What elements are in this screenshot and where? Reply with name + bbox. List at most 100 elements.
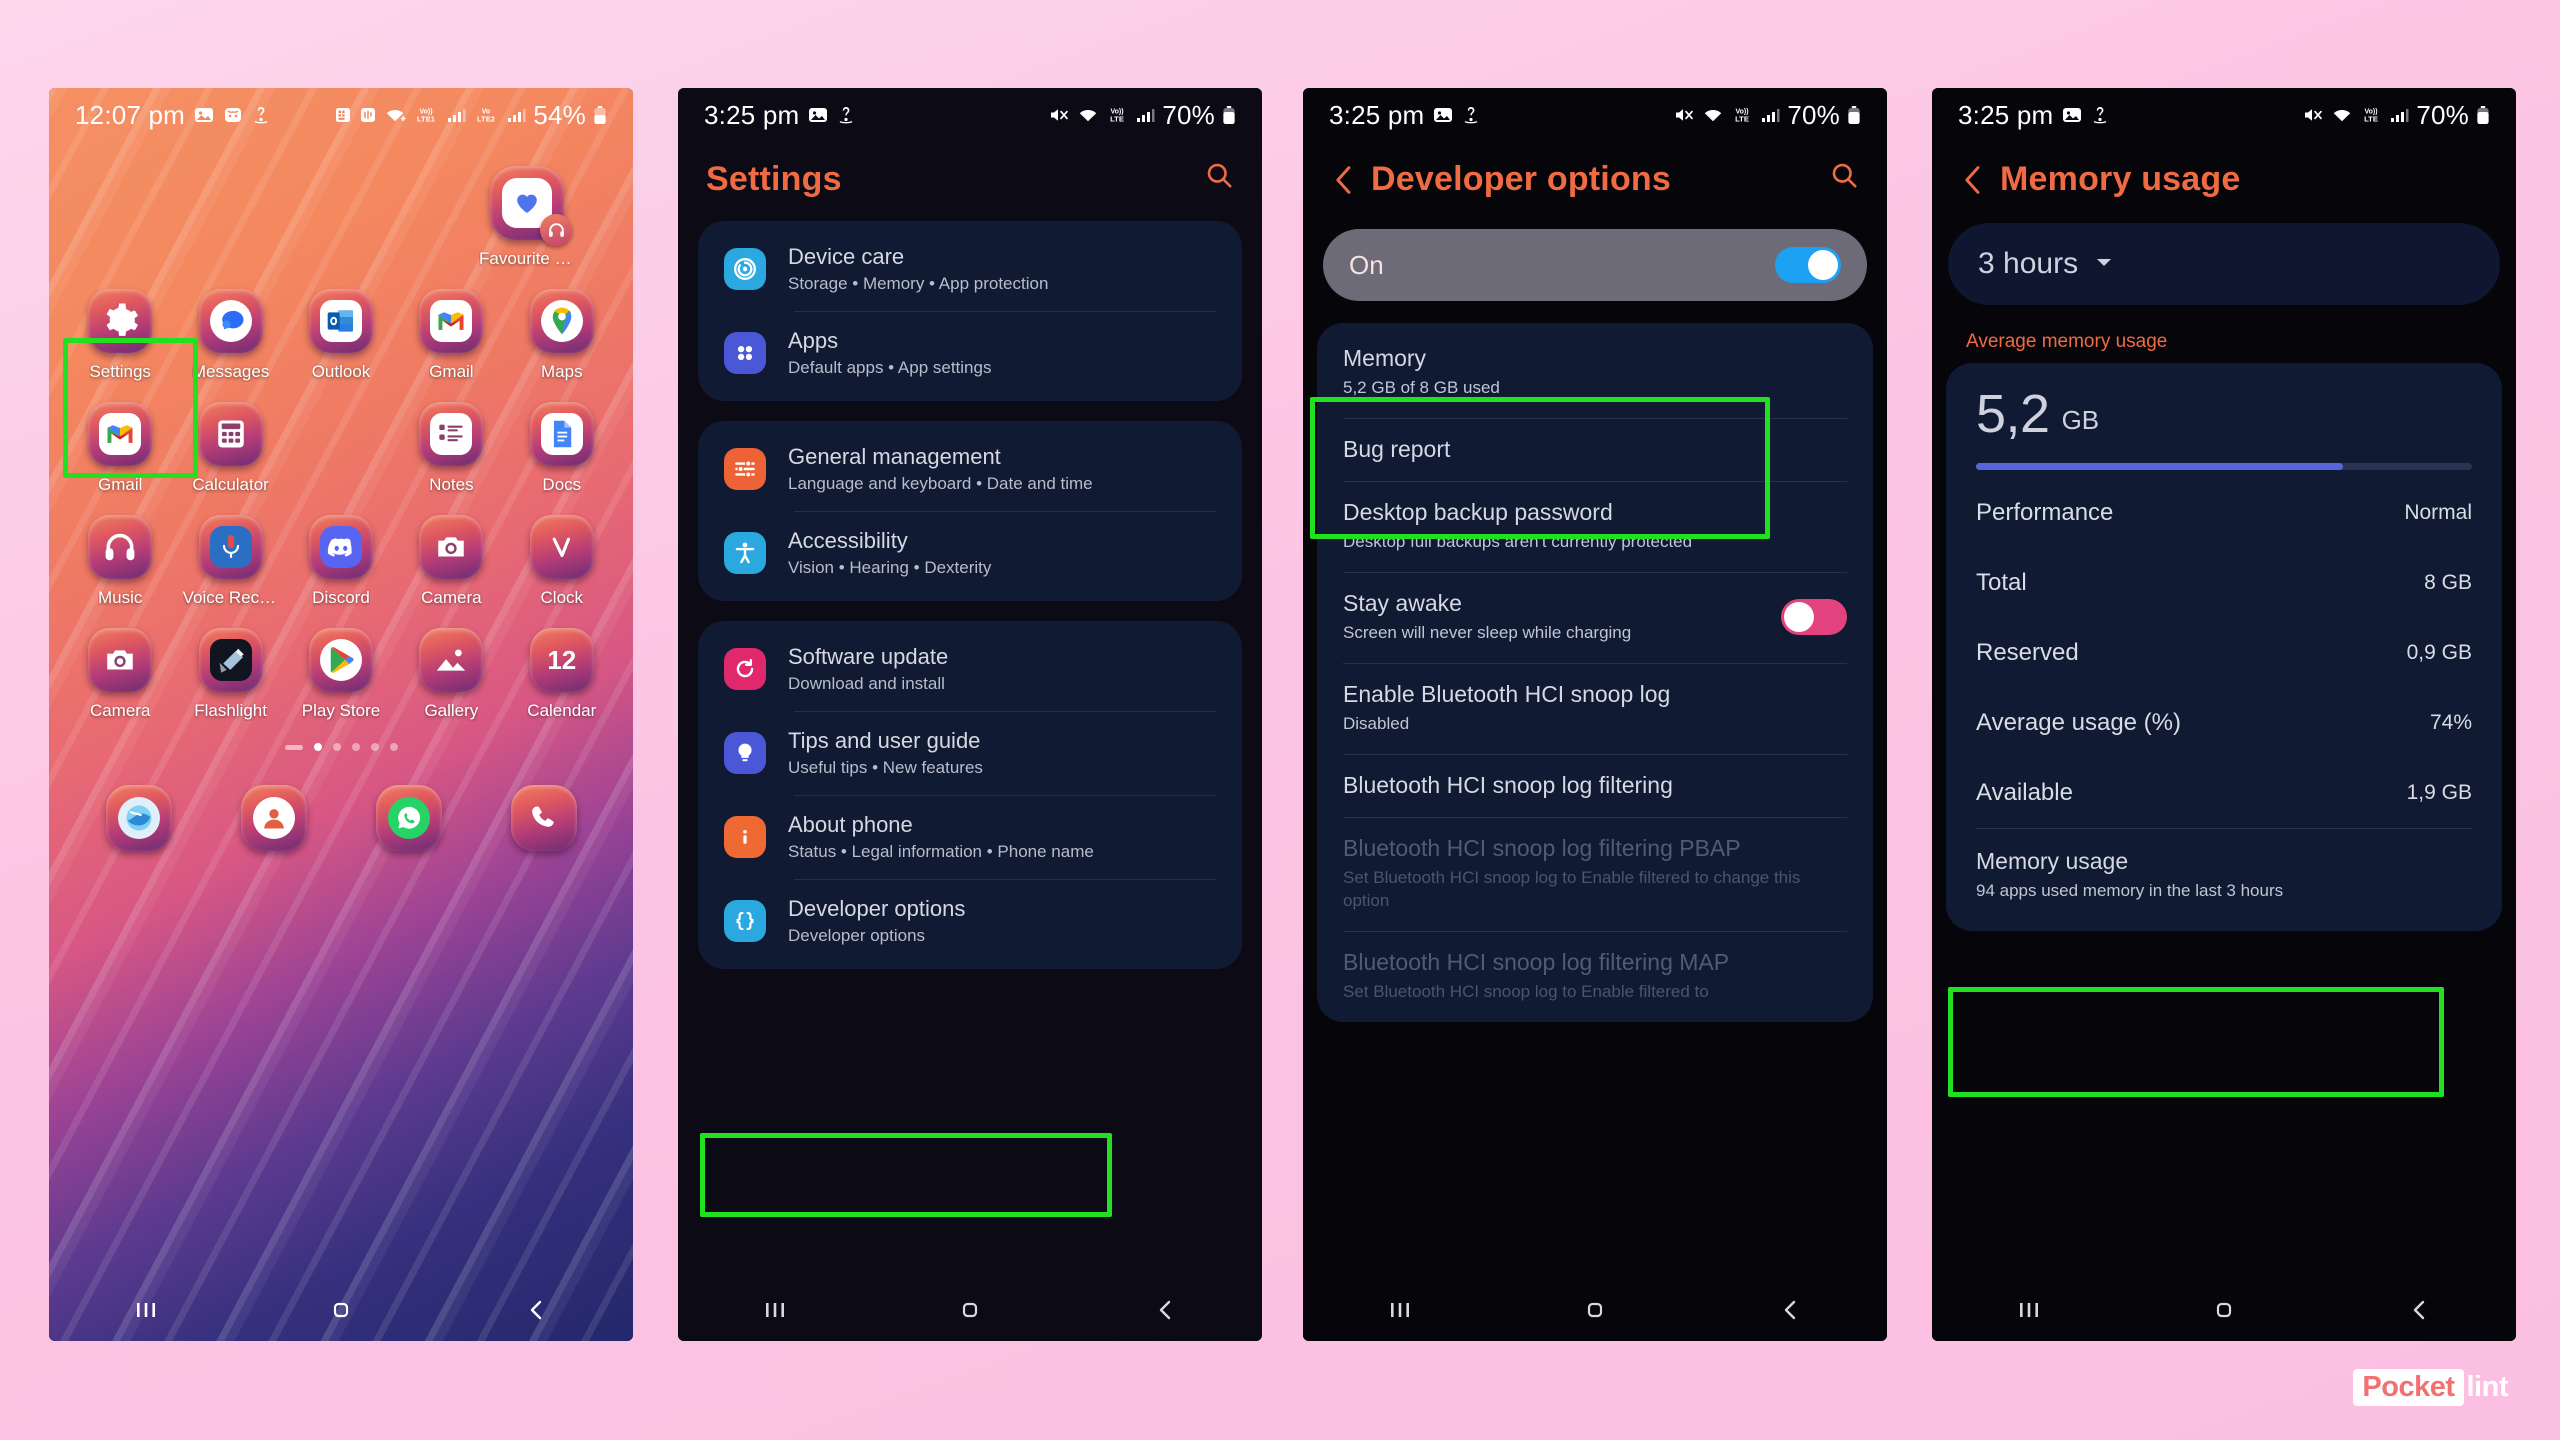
app-notes[interactable]: Notes [396, 402, 506, 495]
settings-item-accessibility[interactable]: Accessibility Vision • Hearing • Dexteri… [698, 511, 1242, 595]
app-camera-2[interactable]: Camera [65, 628, 175, 721]
page-title: Developer options [1371, 160, 1672, 198]
app-voice-recorder[interactable]: Voice Recor... [175, 515, 285, 608]
settings-item-tips[interactable]: Tips and user guide Useful tips • New fe… [698, 711, 1242, 795]
stat-row-average-usage: Average usage (%) 74% [1946, 688, 2502, 758]
dock-contacts[interactable] [240, 785, 307, 851]
photo-icon [194, 105, 214, 125]
app-settings[interactable]: Settings [65, 289, 175, 382]
settings-item-apps[interactable]: Apps Default apps • App settings [698, 311, 1242, 395]
headphones-badge-icon [540, 214, 572, 246]
calculator-icon [198, 402, 263, 466]
page-title-bar: Memory usage [1932, 142, 2516, 221]
item-title: Bluetooth HCI snoop log filtering MAP [1343, 948, 1730, 975]
app-messages[interactable]: Messages [175, 289, 285, 382]
stay-awake-toggle[interactable] [1781, 599, 1847, 636]
item-title: Stay awake [1343, 589, 1462, 616]
volte-icon: Vo)) LTE [1106, 106, 1128, 124]
home-icon[interactable] [2209, 1297, 2239, 1323]
app-empty-slot [286, 402, 396, 495]
recents-icon[interactable] [1385, 1297, 1415, 1323]
search-icon[interactable] [1204, 160, 1234, 199]
app-clock[interactable]: Clock [507, 515, 617, 608]
settings-item-about-phone[interactable]: About phone Status • Legal information •… [698, 795, 1242, 879]
item-title: Memory usage [1976, 848, 2129, 874]
app-calendar[interactable]: 12 Calendar [507, 628, 617, 721]
stat-value: 1,9 GB [2406, 781, 2472, 804]
back-icon[interactable] [1775, 1297, 1805, 1323]
dev-item-bug-report[interactable]: Bug report [1317, 417, 1873, 481]
time-range-selector[interactable]: 3 hours [1948, 223, 2500, 305]
settings-group-2: General management Language and keyboard… [698, 421, 1242, 601]
back-chevron-icon[interactable] [1960, 164, 1986, 196]
app-grid-row-3: Music Voice Recor... Discord Camera Cloc… [49, 495, 633, 608]
back-chevron-icon[interactable] [1331, 164, 1357, 196]
app-play-store[interactable]: Play Store [286, 628, 396, 721]
back-icon[interactable] [2404, 1297, 2434, 1323]
app-docs[interactable]: Docs [507, 402, 617, 495]
settings-item-software-update[interactable]: Software update Download and install [698, 627, 1242, 711]
dev-item-enable-bt-hci-snoop-log[interactable]: Enable Bluetooth HCI snoop log Disabled [1317, 662, 1873, 754]
back-icon[interactable] [1150, 1297, 1180, 1323]
settings-item-device-care[interactable]: Device care Storage • Memory • App prote… [698, 227, 1242, 311]
phone-icon [510, 785, 577, 851]
nav-bar[interactable] [1932, 1279, 2516, 1341]
dock-whatsapp[interactable] [375, 785, 442, 851]
gmail-icon [88, 402, 153, 466]
recents-icon[interactable] [760, 1297, 790, 1323]
app-music[interactable]: Music [65, 515, 175, 608]
page-title: Memory usage [2000, 160, 2241, 198]
mute-icon [2302, 105, 2324, 125]
signal-icon [1760, 106, 1780, 124]
dock-browser[interactable] [105, 785, 172, 851]
memory-stats-card: 5,2 GB Performance Normal Total 8 GB Res… [1946, 363, 2502, 931]
item-title: Bug report [1343, 435, 1451, 462]
battery-icon [1222, 105, 1236, 125]
dev-item-memory[interactable]: Memory 5,2 GB of 8 GB used [1317, 327, 1873, 418]
app-camera[interactable]: Camera [396, 515, 506, 608]
settings-item-general-management[interactable]: General management Language and keyboard… [698, 427, 1242, 511]
status-bar: 3:25 pm Vo)) LTE 70% [1932, 88, 2516, 142]
signal-icon [1135, 106, 1155, 124]
status-time: 3:25 pm [1329, 99, 1425, 130]
stat-key: Performance [1976, 499, 2114, 526]
app-gallery[interactable]: Gallery [396, 628, 506, 721]
developer-options-master-toggle-row[interactable]: On [1323, 229, 1867, 301]
page-indicator[interactable] [49, 743, 633, 751]
app-discord[interactable]: Discord [286, 515, 396, 608]
nav-bar[interactable] [1303, 1279, 1887, 1341]
volte1-icon: Vo)) LTE1 [413, 106, 439, 124]
dev-item-desktop-backup-password[interactable]: Desktop backup password Desktop full bac… [1317, 480, 1873, 572]
home-icon[interactable] [326, 1297, 356, 1323]
widget-favourite-tracks[interactable]: Favourite tr... [475, 166, 579, 269]
nav-bar[interactable] [49, 1279, 633, 1341]
memory-usage-link-row[interactable]: Memory usage 94 apps used memory in the … [1946, 828, 2502, 925]
calendar-day: 12 [547, 644, 577, 675]
dev-item-stay-awake[interactable]: Stay awake Screen will never sleep while… [1317, 571, 1873, 663]
battery-percent: 70% [1162, 99, 1215, 130]
app-grid-row-2: Gmail Calculator Notes Docs [49, 382, 633, 495]
back-icon[interactable] [521, 1297, 551, 1323]
app-calculator[interactable]: Calculator [175, 402, 285, 495]
watermark: Pocket lint [2353, 1369, 2508, 1406]
home-icon[interactable] [1580, 1297, 1610, 1323]
settings-item-developer-options[interactable]: Developer options Developer options [698, 879, 1242, 963]
dock-phone[interactable] [510, 785, 577, 851]
recents-icon[interactable] [131, 1297, 161, 1323]
dev-item-bt-hci-snoop-log-filtering[interactable]: Bluetooth HCI snoop log filtering [1317, 753, 1873, 817]
recents-icon[interactable] [2014, 1297, 2044, 1323]
master-toggle-switch[interactable] [1775, 247, 1841, 283]
contacts-icon [240, 785, 307, 851]
app-flashlight[interactable]: Flashlight [175, 628, 285, 721]
app-gmail[interactable]: Gmail [396, 289, 506, 382]
app-maps[interactable]: Maps [507, 289, 617, 382]
search-icon[interactable] [1829, 160, 1859, 199]
stat-key: Reserved [1976, 639, 2079, 666]
camera-icon [88, 628, 153, 692]
app-outlook[interactable]: Outlook [286, 289, 396, 382]
nav-bar[interactable] [678, 1279, 1262, 1341]
home-icon[interactable] [955, 1297, 985, 1323]
app-gmail-2[interactable]: Gmail [65, 402, 175, 495]
item-title: Enable Bluetooth HCI snoop log [1343, 680, 1671, 707]
dock [49, 785, 633, 851]
